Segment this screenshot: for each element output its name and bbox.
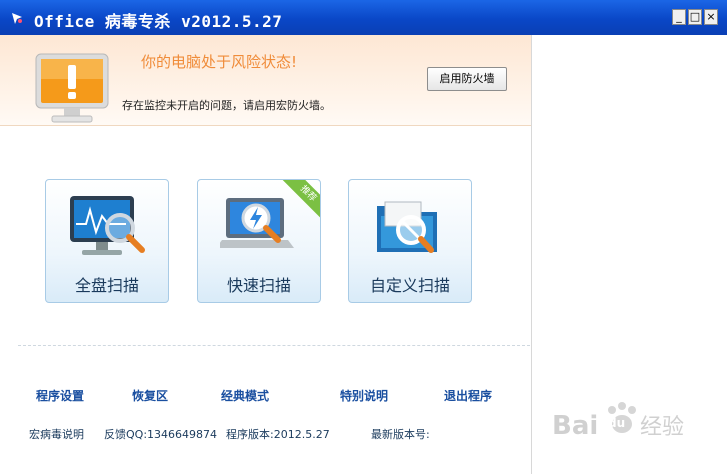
folder-scan-icon [377, 201, 437, 253]
svg-text:Bai: Bai [552, 411, 598, 441]
latest-version: 最新版本号: [371, 428, 430, 441]
title-bar[interactable]: Office 病毒专杀 v2012.5.27 _ □ × [0, 0, 727, 35]
warning-title: 你的电脑处于风险状态! [141, 53, 298, 71]
quick-scan-button[interactable]: 推荐 快速扫描 [197, 179, 321, 303]
macro-virus-help-link[interactable]: 宏病毒说明 [29, 426, 84, 442]
feedback-qq: 反馈QQ:1346649874 [104, 428, 218, 441]
warning-monitor-icon [35, 53, 109, 123]
settings-link[interactable]: 程序设置 [36, 387, 84, 404]
quick-scan-label: 快速扫描 [226, 276, 291, 295]
quarantine-link[interactable]: 恢复区 [132, 387, 168, 404]
special-notes-link[interactable]: 特别说明 [340, 387, 388, 404]
minimize-button[interactable]: _ [672, 9, 686, 25]
app-icon [12, 13, 22, 24]
program-version: 程序版本:2012.5.27 [226, 428, 330, 441]
divider [18, 345, 530, 346]
custom-scan-button[interactable]: 自定义扫描 [348, 179, 472, 303]
full-scan-label: 全盘扫描 [74, 276, 139, 295]
close-button[interactable]: × [704, 9, 718, 25]
main-panel: 你的电脑处于风险状态! 存在监控未开启的问题，请启用宏防火墙。 启用防火墙 全盘… [0, 35, 532, 474]
classic-mode-link[interactable]: 经典模式 [221, 387, 269, 404]
enable-firewall-button[interactable]: 启用防火墙 [427, 67, 507, 91]
maximize-button[interactable]: □ [688, 9, 702, 25]
baidu-watermark-logo: Bai du 经验 [552, 402, 684, 441]
custom-scan-label: 自定义扫描 [369, 276, 450, 295]
warning-banner: 你的电脑处于风险状态! 存在监控未开启的问题，请启用宏防火墙。 启用防火墙 [0, 35, 531, 126]
warning-text: 存在监控未开启的问题，请启用宏防火墙。 [122, 99, 331, 112]
window-title: Office 病毒专杀 v2012.5.27 [34, 12, 283, 31]
exit-link[interactable]: 退出程序 [444, 387, 492, 404]
monitor-chart-icon [70, 196, 145, 255]
svg-text:经验: 经验 [640, 415, 684, 440]
laptop-lightning-icon [220, 198, 294, 248]
svg-text:du: du [608, 416, 625, 430]
full-scan-button[interactable]: 全盘扫描 [45, 179, 169, 303]
